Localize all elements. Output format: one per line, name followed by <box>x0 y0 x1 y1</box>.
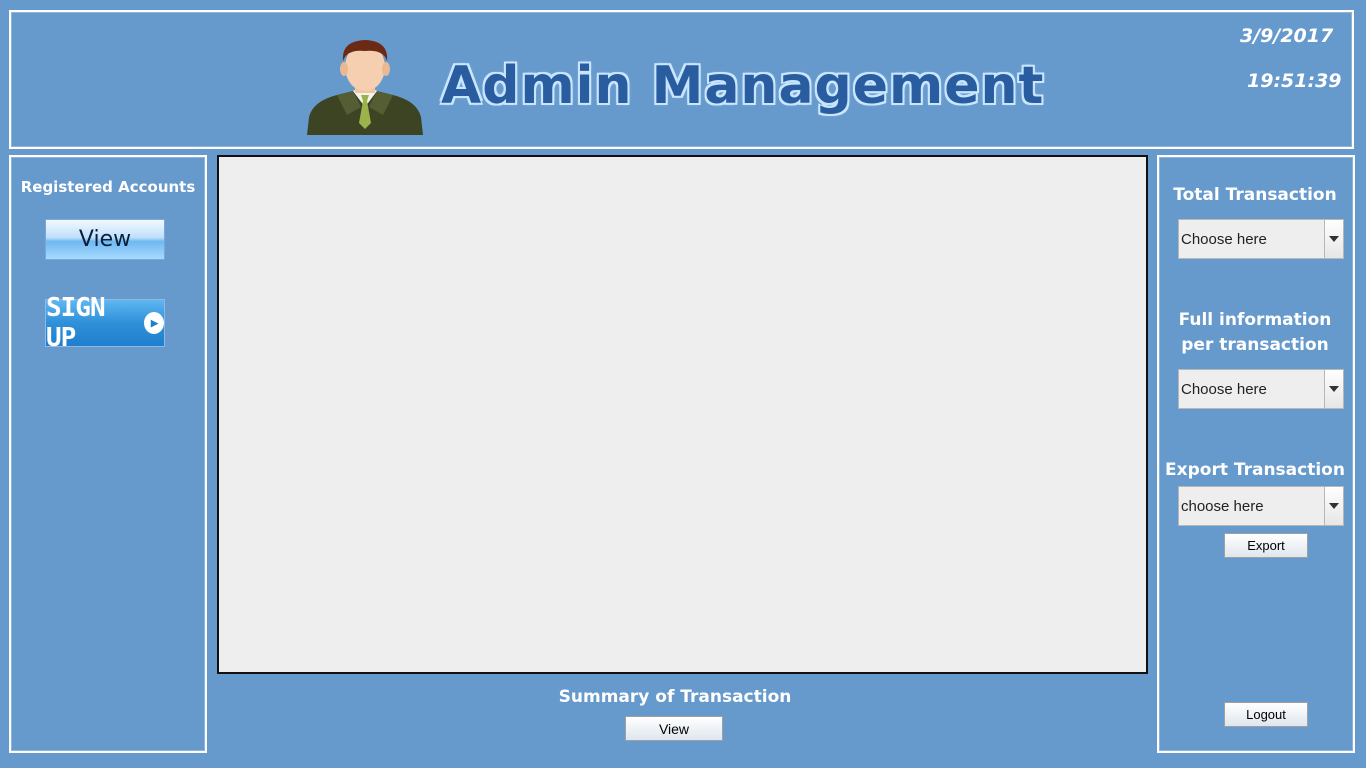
date-display: 3/9/2017 <box>1240 25 1334 47</box>
summary-heading: Summary of Transaction <box>558 687 792 707</box>
summary-view-button[interactable]: View <box>625 716 723 741</box>
display-area <box>217 155 1148 674</box>
total-transaction-select[interactable]: Choose here <box>1178 219 1344 259</box>
chevron-down-icon[interactable] <box>1324 370 1343 408</box>
export-button[interactable]: Export <box>1224 533 1308 558</box>
total-transaction-label: Total Transaction <box>1173 185 1337 205</box>
arrow-right-icon: ▶ <box>144 312 164 334</box>
summary-view-label: View <box>658 720 690 737</box>
signup-label: SIGN UP <box>46 293 106 353</box>
full-information-select[interactable]: Choose here <box>1178 369 1344 409</box>
logout-label: Logout <box>1246 707 1286 722</box>
export-label: Export <box>1247 538 1285 553</box>
admin-avatar-icon <box>307 40 423 135</box>
view-accounts-button[interactable]: View <box>45 219 165 260</box>
export-transaction-select[interactable]: choose here <box>1178 486 1344 526</box>
page-title: Admin Management <box>441 56 1045 116</box>
chevron-down-icon[interactable] <box>1324 220 1343 258</box>
export-transaction-value: choose here <box>1181 497 1264 515</box>
signup-button[interactable]: SIGN UP ▶ <box>45 293 165 353</box>
logout-button[interactable]: Logout <box>1224 702 1308 727</box>
full-information-label-1: Full information <box>1178 310 1332 330</box>
full-information-value: Choose here <box>1181 380 1267 398</box>
time-display: 19:51:39 <box>1247 70 1342 92</box>
registered-accounts-heading: Registered Accounts <box>20 178 196 196</box>
chevron-down-icon[interactable] <box>1324 487 1343 525</box>
full-information-label-2: per transaction <box>1181 335 1329 355</box>
view-accounts-label: View <box>78 227 132 252</box>
total-transaction-value: Choose here <box>1181 230 1267 248</box>
export-transaction-label: Export Transaction <box>1165 460 1345 480</box>
